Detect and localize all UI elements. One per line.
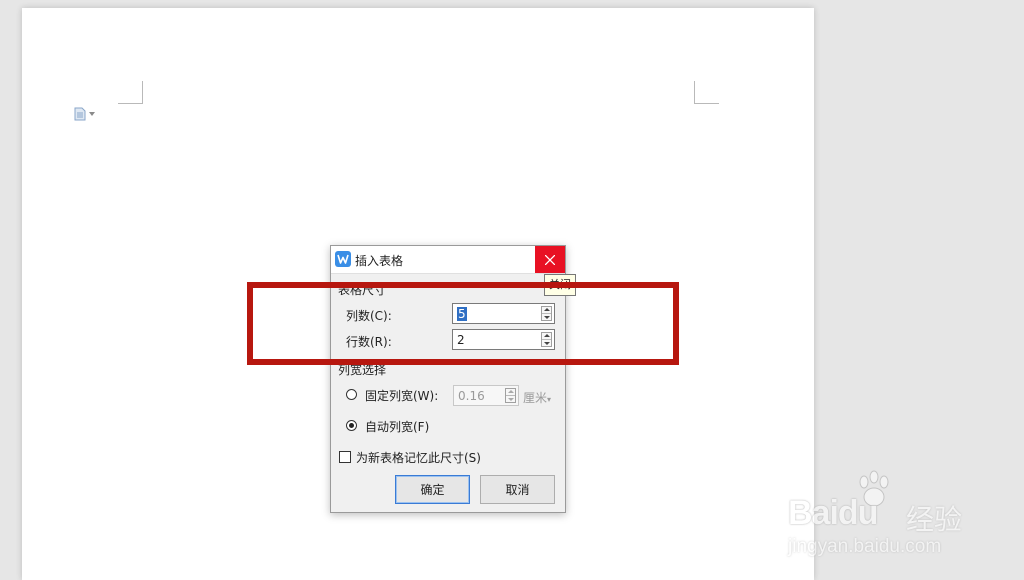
decrement-arrow-icon[interactable] — [544, 316, 550, 319]
dialog-titlebar[interactable]: 插入表格 — [331, 246, 565, 274]
ok-button[interactable]: 确定 — [395, 475, 470, 504]
column-width-section-title: 列宽选择 — [338, 363, 387, 377]
rows-stepper[interactable]: 2 — [452, 329, 555, 350]
watermark-url: jingyan.baidu.com — [788, 536, 942, 557]
fixed-width-value: 0.16 — [458, 389, 485, 403]
close-button[interactable] — [535, 246, 565, 273]
rows-value[interactable]: 2 — [457, 333, 465, 347]
document-options-button[interactable] — [74, 107, 100, 121]
fixed-width-label[interactable]: 固定列宽(W): — [365, 387, 438, 404]
margin-corner-top-left — [118, 81, 143, 104]
chevron-down-icon — [89, 112, 95, 116]
wps-logo-icon — [335, 251, 351, 267]
increment-arrow-icon[interactable] — [544, 334, 550, 337]
margin-corner-top-right — [694, 81, 719, 104]
watermark-brand: Baidu — [788, 494, 878, 532]
close-icon — [545, 254, 555, 265]
columns-stepper[interactable]: 5 — [452, 303, 555, 324]
remember-size-label[interactable]: 为新表格记忆此尺寸(S) — [356, 449, 481, 466]
columns-stepper-arrows[interactable] — [541, 306, 552, 321]
table-size-section-title: 表格尺寸 — [338, 283, 387, 297]
unit-label: 厘米 — [523, 391, 548, 405]
dialog-title: 插入表格 — [355, 254, 404, 268]
close-tooltip: 关闭 — [544, 274, 576, 296]
unit-dropdown: 厘米▾ — [523, 389, 551, 406]
fixed-width-stepper-arrows — [505, 388, 516, 403]
watermark-brand-cn: 经验 — [906, 503, 963, 536]
rows-label: 行数(R): — [346, 335, 392, 349]
auto-width-radio[interactable] — [346, 420, 357, 431]
increment-arrow-icon — [508, 390, 514, 393]
decrement-arrow-icon — [508, 398, 514, 401]
baidu-jingyan-watermark: Baidu 经验 jingyan.baidu.com — [788, 470, 978, 560]
fixed-width-radio[interactable] — [346, 389, 357, 400]
auto-width-label[interactable]: 自动列宽(F) — [365, 418, 429, 435]
remember-size-checkbox[interactable] — [339, 451, 351, 463]
columns-label: 列数(C): — [346, 309, 392, 323]
ok-button-label: 确定 — [420, 483, 445, 497]
chevron-down-icon: ▾ — [547, 395, 552, 404]
fixed-width-stepper: 0.16 — [453, 385, 519, 406]
cancel-button[interactable]: 取消 — [480, 475, 555, 504]
decrement-arrow-icon[interactable] — [544, 342, 550, 345]
rows-stepper-arrows[interactable] — [541, 332, 552, 347]
columns-value[interactable]: 5 — [457, 307, 467, 321]
cancel-button-label: 取消 — [505, 483, 530, 497]
increment-arrow-icon[interactable] — [544, 308, 550, 311]
insert-table-dialog: 插入表格 表格尺寸 列数(C): 5 行数(R): 2 列宽选择 固定列宽(W)… — [330, 245, 566, 513]
document-icon — [74, 107, 86, 121]
